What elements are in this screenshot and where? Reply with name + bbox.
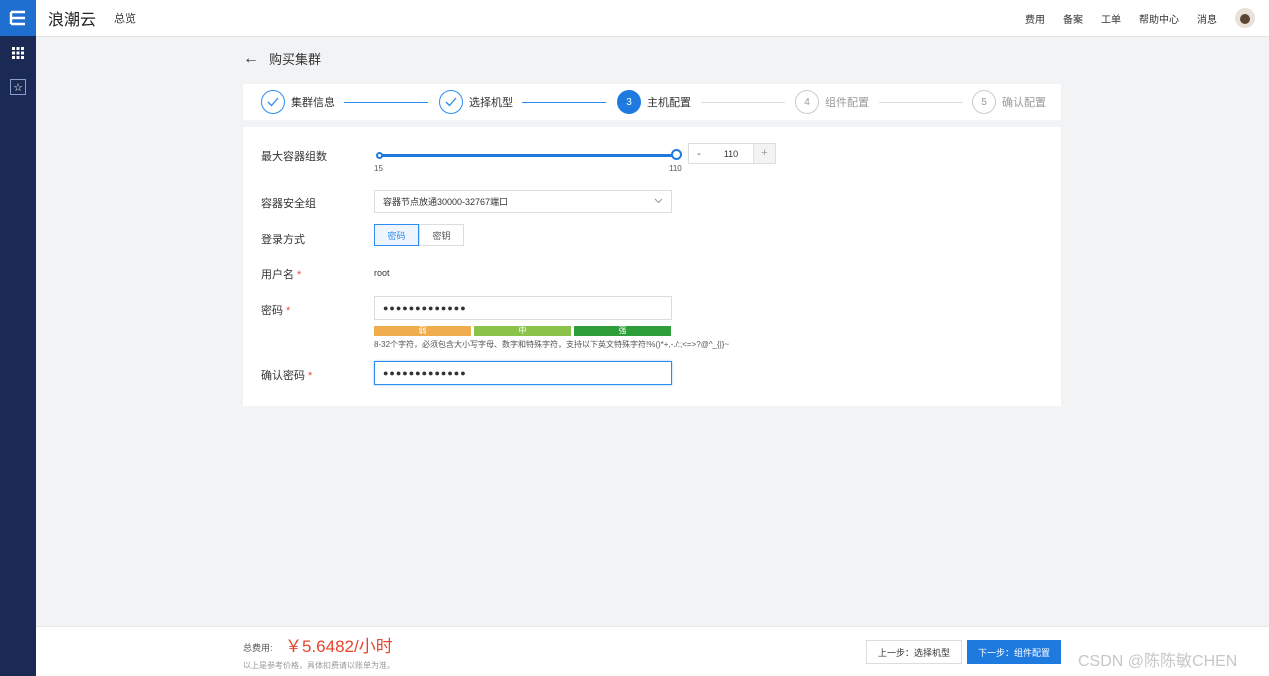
step-confirm-config: 5 确认配置	[972, 90, 1046, 114]
step-connector	[344, 102, 428, 103]
security-group-select[interactable]: 容器节点放通30000-32767端口	[374, 190, 672, 213]
nav-ticket[interactable]: 工单	[1101, 11, 1121, 26]
nav-help[interactable]: 帮助中心	[1139, 11, 1179, 26]
step-number: 3	[617, 90, 641, 114]
strength-weak: 弱	[374, 326, 471, 336]
nav-filing[interactable]: 备案	[1063, 11, 1083, 26]
max-containers-value[interactable]: 110	[709, 149, 753, 159]
security-group-value: 容器节点放通30000-32767端口	[383, 197, 509, 207]
chevron-down-icon	[654, 196, 663, 206]
step-label: 主机配置	[647, 97, 691, 109]
avatar[interactable]	[1235, 8, 1255, 28]
login-method-label: 登录方式	[261, 234, 305, 246]
side-rail: ☆	[0, 0, 36, 676]
top-bar: 浪潮云 总览 费用 备案 工单 帮助中心 消息	[36, 0, 1269, 37]
check-icon	[439, 90, 463, 114]
step-cluster-info: 集群信息	[261, 90, 335, 114]
step-connector	[701, 102, 785, 103]
step-number: 5	[972, 90, 996, 114]
page-header: ← 购买集群	[243, 49, 321, 68]
confirm-password-label-text: 确认密码	[261, 370, 305, 382]
nav-overview[interactable]: 总览	[114, 10, 136, 26]
top-nav: 费用 备案 工单 帮助中心 消息	[1007, 8, 1255, 28]
password-label-text: 密码	[261, 305, 283, 317]
decrement-button[interactable]: -	[689, 148, 709, 160]
favorites-star-icon[interactable]: ☆	[0, 70, 36, 104]
check-icon	[261, 90, 285, 114]
password-label: 密码 *	[261, 302, 290, 318]
step-select-model: 选择机型	[439, 90, 513, 114]
password-field[interactable]: ●●●●●●●●●●●●●	[374, 296, 672, 320]
password-hint: 8-32个字符，必须包含大小写字母、数字和特殊字符，支持以下英文特殊字符!%()…	[374, 340, 730, 349]
nav-messages[interactable]: 消息	[1197, 11, 1217, 26]
brand-logo-icon[interactable]	[0, 0, 36, 36]
password-strength-meter: 弱 中 强	[374, 326, 671, 336]
required-mark: *	[308, 370, 313, 382]
step-label: 确认配置	[1002, 97, 1046, 109]
prev-step-button[interactable]: 上一步：选择机型	[866, 640, 962, 664]
confirm-password-field[interactable]: ●●●●●●●●●●●●●	[374, 361, 672, 385]
total-cost-value: ￥5.6482/小时	[285, 637, 393, 656]
apps-grid-icon[interactable]	[0, 36, 36, 70]
strength-medium: 中	[474, 326, 571, 336]
slider-max-handle[interactable]	[671, 149, 682, 160]
login-option-key[interactable]: 密钥	[419, 224, 464, 246]
step-connector	[522, 102, 606, 103]
slider-min-handle[interactable]	[376, 152, 383, 159]
footer-bar: 总费用: ￥5.6482/小时 以上是参考价格，具体扣费请以账单为准。 上一步：…	[36, 626, 1269, 676]
strength-strong: 强	[574, 326, 671, 336]
confirm-password-label: 确认密码 *	[261, 367, 312, 383]
step-number: 4	[795, 90, 819, 114]
cost-note: 以上是参考价格，具体扣费请以账单为准。	[243, 661, 395, 670]
back-arrow-icon[interactable]: ←	[243, 50, 259, 68]
brand-name[interactable]: 浪潮云	[48, 6, 96, 30]
increment-button[interactable]: +	[753, 144, 775, 163]
login-option-password[interactable]: 密码	[374, 224, 419, 246]
step-component-config: 4 组件配置	[795, 90, 869, 114]
required-mark: *	[286, 305, 291, 317]
next-step-button[interactable]: 下一步：组件配置	[967, 640, 1061, 664]
login-method-toggle: 密码 密钥	[374, 224, 464, 246]
max-containers-slider[interactable]	[378, 154, 677, 157]
required-mark: *	[297, 269, 302, 281]
step-label: 集群信息	[291, 97, 335, 109]
avatar-head-icon	[1240, 14, 1250, 24]
username-label: 用户名 *	[261, 266, 301, 282]
stepper-progress: 集群信息 选择机型 3 主机配置 4 组件配置 5 确认配置	[243, 84, 1061, 120]
page-title: 购买集群	[269, 52, 322, 67]
slider-max-tick: 110	[669, 164, 682, 173]
step-host-config: 3 主机配置	[617, 90, 691, 114]
username-value: root	[374, 268, 390, 278]
step-label: 选择机型	[469, 97, 513, 109]
step-label: 组件配置	[825, 97, 869, 109]
security-group-label: 容器安全组	[261, 198, 316, 210]
max-containers-stepper: - 110 +	[688, 143, 776, 164]
total-cost-label: 总费用:	[243, 643, 273, 653]
step-connector	[879, 102, 963, 103]
nav-billing[interactable]: 费用	[1025, 11, 1045, 26]
slider-min-tick: 15	[374, 164, 383, 173]
max-containers-label: 最大容器组数	[261, 151, 327, 163]
username-label-text: 用户名	[261, 269, 294, 281]
host-config-form: 最大容器组数 15 110 - 110 + 容器安全组 容器节点放通30000-…	[243, 127, 1061, 406]
watermark: CSDN @陈陈敏CHEN	[1078, 653, 1238, 670]
